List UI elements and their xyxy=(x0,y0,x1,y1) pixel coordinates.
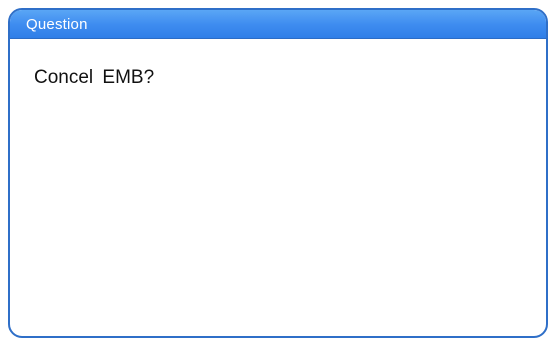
question-dialog: Question Concel EMB? xyxy=(8,8,548,338)
dialog-titlebar: Question xyxy=(10,10,546,39)
dialog-body: Concel EMB? xyxy=(10,39,546,89)
dialog-title: Question xyxy=(26,15,88,33)
dialog-message: Concel EMB? xyxy=(34,67,155,88)
